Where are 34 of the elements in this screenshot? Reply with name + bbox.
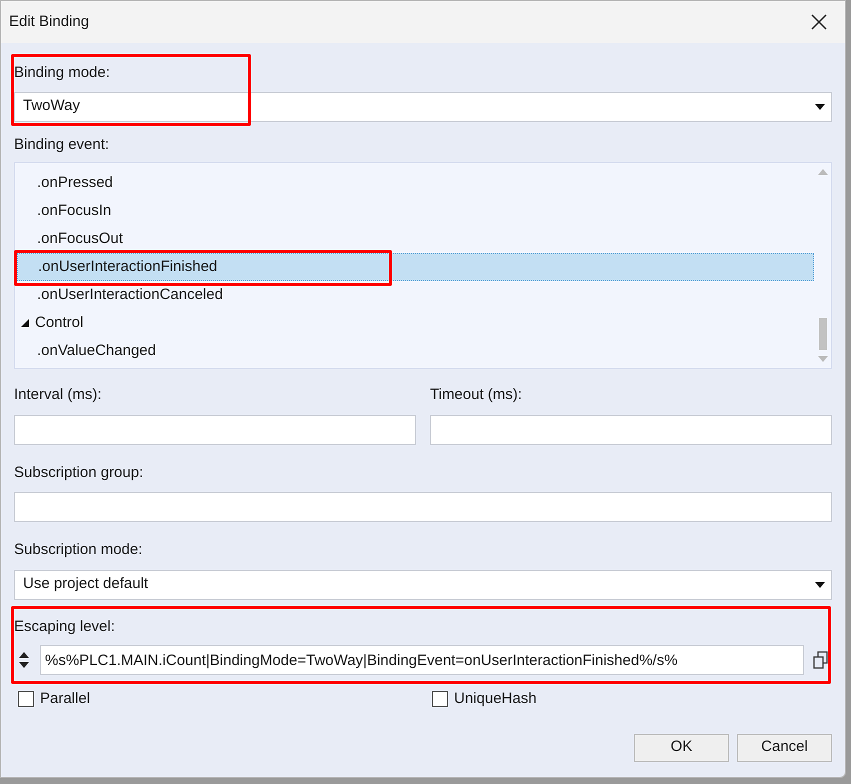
field-label: Interval (ms):: [14, 385, 102, 405]
scrollbar-thumb[interactable]: [818, 318, 826, 350]
dropdown-caret-icon: [815, 104, 825, 110]
tree-item[interactable]: .onPressed: [17, 169, 113, 197]
field-label: Binding mode:: [14, 63, 110, 83]
binding-mode-dropdown[interactable]: TwoWay: [14, 92, 832, 122]
expand-triangle-icon[interactable]: [21, 319, 29, 327]
escaping-level-input[interactable]: %s%PLC1.MAIN.iCount|BindingMode=TwoWay|BindingEvent=onUserInteractionFinished%/s%: [40, 645, 804, 675]
tree-item[interactable]: .onUserInteractionFinished: [17, 253, 814, 281]
field-label: Timeout (ms):: [430, 385, 522, 405]
tree-item[interactable]: .onFocusIn: [17, 197, 112, 225]
tree-item[interactable]: .onValueChanged: [17, 337, 156, 365]
checkbox-label: Parallel: [40, 689, 90, 709]
tree-item[interactable]: .onFocusOut: [17, 225, 123, 253]
dropdown-caret-icon: [815, 582, 825, 588]
field-label: Escaping level:: [14, 616, 115, 636]
close-icon: [811, 14, 827, 30]
timeout-input[interactable]: [430, 414, 832, 444]
scroll-up-icon[interactable]: [818, 169, 828, 175]
subscription-group-input[interactable]: [14, 492, 832, 522]
field-label: Subscription group:: [14, 462, 144, 482]
window-title: Edit Binding: [9, 12, 90, 32]
ok-button[interactable]: OK: [634, 734, 729, 762]
field-label: Binding event:: [14, 134, 110, 154]
cancel-button[interactable]: Cancel: [737, 734, 832, 762]
interval-input[interactable]: [14, 414, 416, 444]
checkbox[interactable]: [432, 691, 448, 708]
checkbox-label: UniqueHash: [454, 689, 537, 709]
tree-item[interactable]: .onUserInteractionCanceled: [17, 281, 223, 309]
field-label: Subscription mode:: [14, 540, 142, 560]
subscription-mode-dropdown[interactable]: Use project default: [14, 570, 832, 600]
tree-group-item[interactable]: Control: [17, 309, 84, 337]
checkbox[interactable]: [18, 691, 34, 708]
scroll-down-icon[interactable]: [818, 356, 828, 362]
